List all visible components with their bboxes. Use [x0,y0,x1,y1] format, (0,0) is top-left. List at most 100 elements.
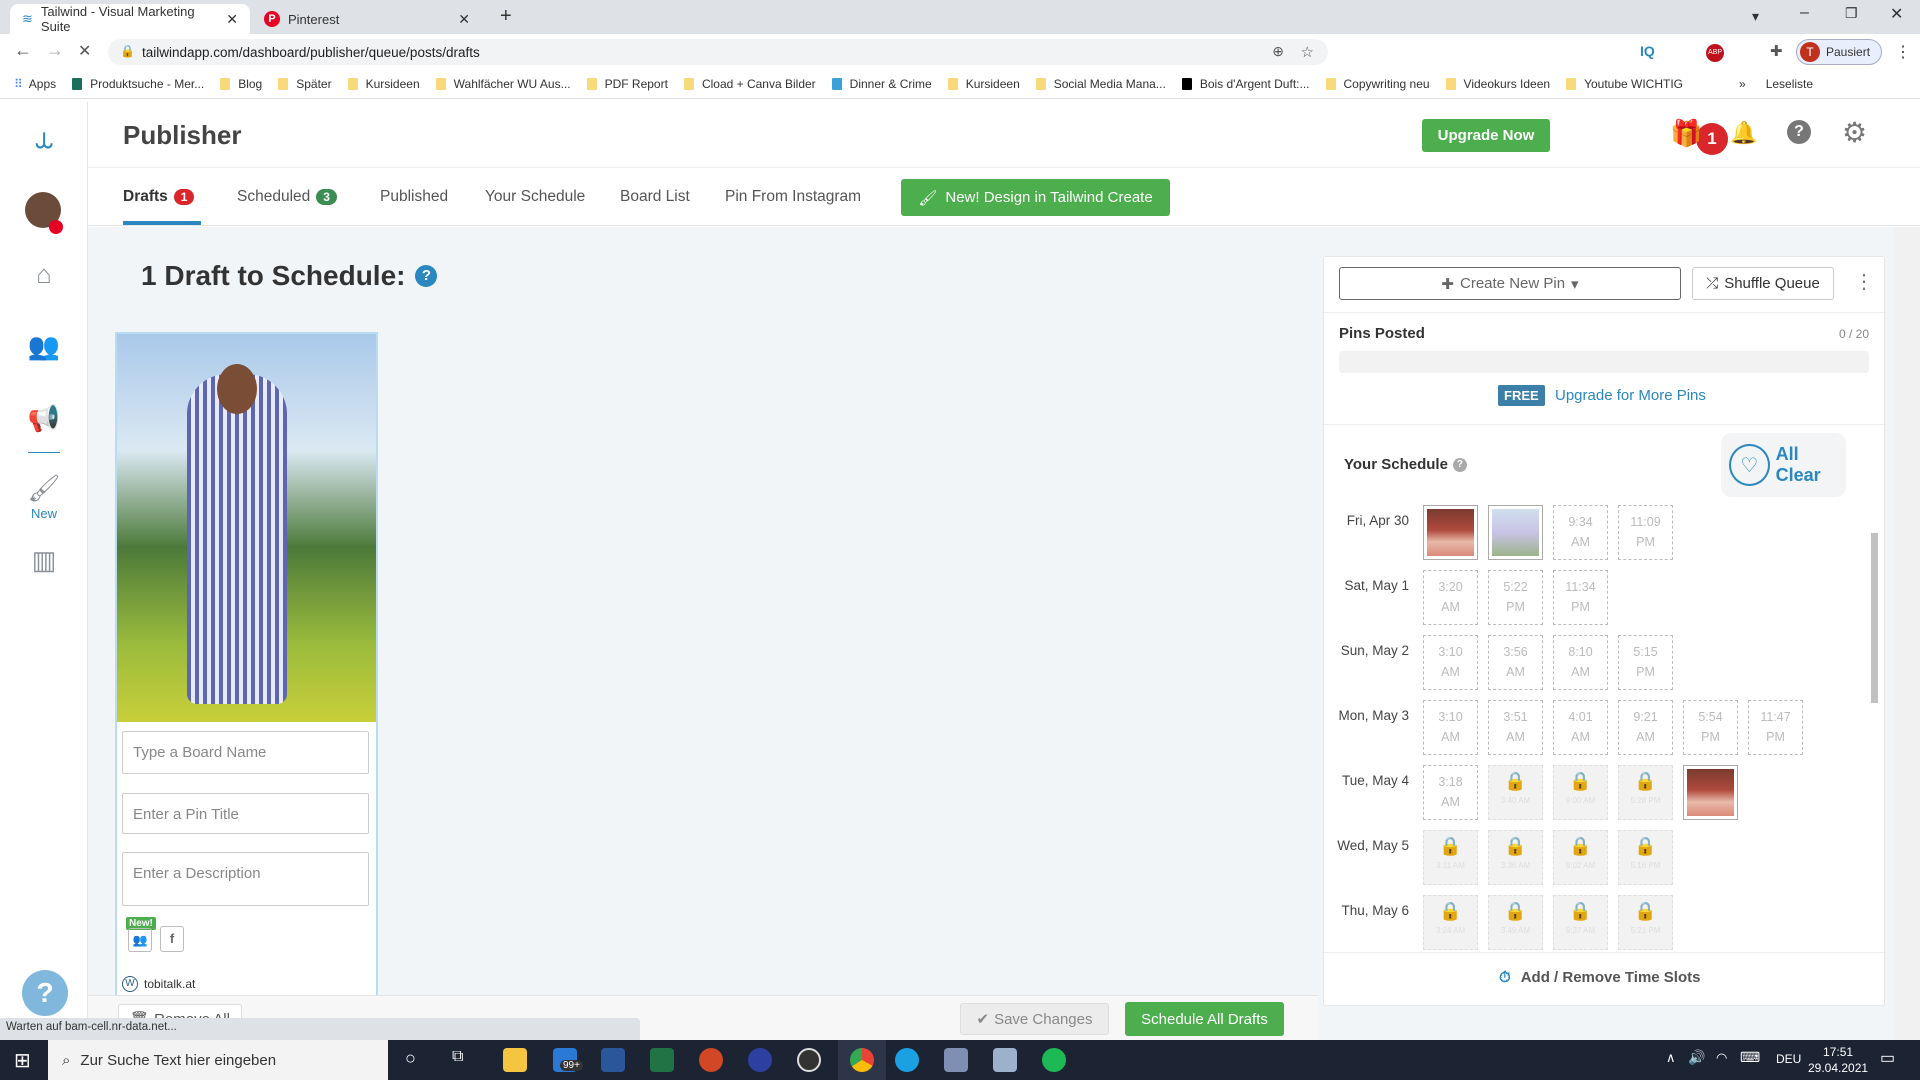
clock[interactable]: 17:51 29.04.2021 [1808,1044,1868,1076]
tab-scheduled[interactable]: Scheduled 3 [237,188,337,206]
bookmark-item[interactable]: Cload + Canva Bilder [683,77,816,91]
locked-time-slot[interactable]: 🔒 5:16 PM [1618,830,1673,885]
upgrade-now-button[interactable]: Upgrade Now [1422,119,1550,152]
open-time-slot[interactable]: 3:10 AM [1423,700,1478,755]
wifi-icon[interactable]: ◠ [1716,1050,1727,1066]
keyboard-icon[interactable]: ⌨ [1740,1049,1760,1066]
bookmark-item[interactable]: Youtube WICHTIG [1566,77,1683,91]
locked-time-slot[interactable]: 🔒 9:37 AM [1553,895,1608,950]
tailwind-logo-icon[interactable]: ⥿ [24,118,64,158]
bookmark-apps[interactable]: ⠿ Apps [14,77,56,91]
analytics-icon[interactable]: ▥ [24,540,64,580]
tab-search-icon[interactable]: ▾ [1752,8,1759,25]
scheduled-pin-thumbnail[interactable] [1683,765,1738,820]
home-icon[interactable]: ⌂ [24,254,64,294]
bookmark-star-icon[interactable]: ☆ [1301,43,1314,61]
open-time-slot[interactable]: 5:22 PM [1488,570,1543,625]
url-bar[interactable]: 🔒 tailwindapp.com/dashboard/publisher/qu… [108,39,1328,65]
page-scrollbar[interactable] [1894,227,1920,1040]
open-time-slot[interactable]: 3:18 AM [1423,765,1478,820]
cortana-icon[interactable]: ○ [405,1048,416,1069]
help-bubble-icon[interactable]: ? [22,970,68,1016]
file-explorer-icon[interactable] [503,1048,527,1072]
scheduled-pin-thumbnail[interactable] [1423,505,1478,560]
locked-time-slot[interactable]: 🔒 3:36 AM [1488,830,1543,885]
add-remove-time-slots-button[interactable]: ⏱ Add / Remove Time Slots [1499,969,1700,986]
zoom-icon[interactable]: ⊕ [1272,43,1284,60]
close-window-icon[interactable]: ✕ [1890,4,1903,24]
more-options-icon[interactable]: ⋮ [1854,269,1874,294]
open-time-slot[interactable]: 11:09 PM [1618,505,1673,560]
task-view-icon[interactable]: ⧉ [452,1048,463,1066]
open-time-slot[interactable]: 3:56 AM [1488,635,1543,690]
chrome-taskbar-active[interactable] [838,1040,886,1080]
upgrade-for-more-pins-link[interactable]: Upgrade for More Pins [1555,387,1706,404]
browser-menu-icon[interactable]: ⋮ [1895,42,1911,62]
volume-icon[interactable]: 🔊 [1688,1049,1705,1066]
locked-time-slot[interactable]: 🔒 9:00 AM [1553,765,1608,820]
design-in-tailwind-create-button[interactable]: 🖌 New! Design in Tailwind Create [901,179,1170,216]
help-icon[interactable]: ? [415,265,438,287]
help-icon[interactable]: ? [1452,457,1467,472]
stop-loading-icon[interactable]: ✕ [78,41,91,61]
taskbar-search-input[interactable]: ⌕ Zur Suche Text hier eingeben [48,1040,388,1080]
megaphone-icon[interactable]: 📢 [24,398,64,438]
app-icon[interactable] [944,1048,968,1072]
new-tab-icon[interactable]: + [500,5,512,28]
excel-icon[interactable] [650,1048,674,1072]
extensions-icon[interactable]: ✚ [1770,42,1783,60]
bookmark-item[interactable]: Videokurs Ideen [1445,77,1550,91]
locked-time-slot[interactable]: 🔒 5:28 PM [1618,765,1673,820]
bookmark-item[interactable]: Dinner & Crime [831,77,932,91]
locked-time-slot[interactable]: 🔒 5:21 PM [1618,895,1673,950]
language-indicator[interactable]: DEU [1776,1052,1801,1066]
open-time-slot[interactable]: 9:21 AM [1618,700,1673,755]
locked-time-slot[interactable]: 🔒 3:11 AM [1423,830,1478,885]
windows-start-icon[interactable]: ⊞ [14,1048,31,1073]
locked-time-slot[interactable]: 🔒 3:40 AM [1488,765,1543,820]
tray-chevron-icon[interactable]: ∧ [1666,1050,1676,1066]
close-tab-icon[interactable]: ✕ [458,11,470,28]
open-time-slot[interactable]: 3:51 AM [1488,700,1543,755]
help-icon[interactable]: ? [1787,120,1811,144]
bookmark-item[interactable]: Produktsuche - Mer... [72,77,204,91]
extension-iq-icon[interactable]: IQ [1640,43,1655,59]
minimize-icon[interactable]: – [1800,4,1809,22]
open-time-slot[interactable]: 3:20 AM [1423,570,1478,625]
gear-icon[interactable]: ⚙ [1842,116,1867,149]
open-time-slot[interactable]: 4:01 AM [1553,700,1608,755]
bookmark-item[interactable]: Blog [220,77,262,91]
locked-time-slot[interactable]: 🔒 9:02 AM [1553,830,1608,885]
bookmark-item[interactable]: Kursideen [947,77,1020,91]
scrollbar-thumb[interactable] [1871,533,1878,703]
pin-image[interactable] [117,334,376,722]
browser-tab-pinterest[interactable]: P Pinterest ✕ [252,4,482,34]
bookmark-item[interactable]: Social Media Mana... [1035,77,1166,91]
locked-time-slot[interactable]: 🔒 3:49 AM [1488,895,1543,950]
schedule-all-drafts-button[interactable]: Schedule All Drafts [1125,1002,1284,1036]
bookmark-item[interactable]: Später [278,77,332,91]
save-changes-button[interactable]: ✔ Save Changes [960,1003,1109,1035]
forward-icon[interactable]: → [46,40,64,61]
open-time-slot[interactable]: 9:34 AM [1553,505,1608,560]
facebook-icon[interactable]: f [160,926,184,952]
open-time-slot[interactable]: 3:10 AM [1423,635,1478,690]
locked-time-slot[interactable]: 🔒 3:24 AM [1423,895,1478,950]
create-new-pin-dropdown[interactable]: ✚ Create New Pin ▾ [1339,267,1681,300]
pin-title-input[interactable]: Enter a Pin Title [122,793,369,834]
gift-icon[interactable]: 🎁 [1670,118,1702,149]
tab-pin-from-instagram[interactable]: Pin From Instagram [725,188,861,206]
edge-icon[interactable] [895,1048,919,1072]
back-icon[interactable]: ← [14,40,32,61]
app-icon[interactable] [993,1048,1017,1072]
board-name-input[interactable]: Type a Board Name [122,731,369,774]
more-bookmarks-icon[interactable]: » [1739,77,1746,91]
powerpoint-icon[interactable] [699,1048,723,1072]
obs-icon[interactable] [797,1048,821,1072]
bookmark-item[interactable]: Kursideen [347,77,420,91]
app-icon[interactable] [748,1048,772,1072]
tab-drafts[interactable]: Drafts 1 [123,188,195,206]
open-time-slot[interactable]: 5:15 PM [1618,635,1673,690]
tab-published[interactable]: Published [380,188,448,206]
bookmark-item[interactable]: Wahlfächer WU Aus... [435,77,571,91]
